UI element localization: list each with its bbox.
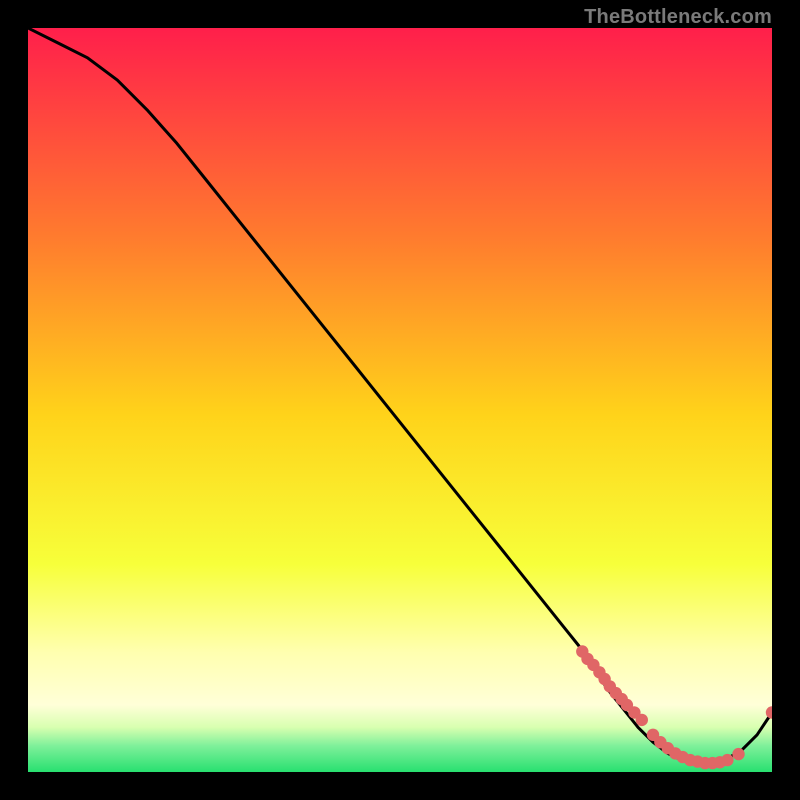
bottleneck-curve bbox=[28, 28, 772, 763]
plot-area bbox=[28, 28, 772, 772]
watermark-text: TheBottleneck.com bbox=[584, 6, 772, 29]
highlight-point bbox=[721, 754, 733, 766]
highlight-point bbox=[766, 706, 772, 718]
curve-layer bbox=[28, 28, 772, 772]
highlight-point bbox=[732, 748, 744, 760]
highlight-point bbox=[636, 714, 648, 726]
chart-container: TheBottleneck.com bbox=[0, 0, 800, 800]
